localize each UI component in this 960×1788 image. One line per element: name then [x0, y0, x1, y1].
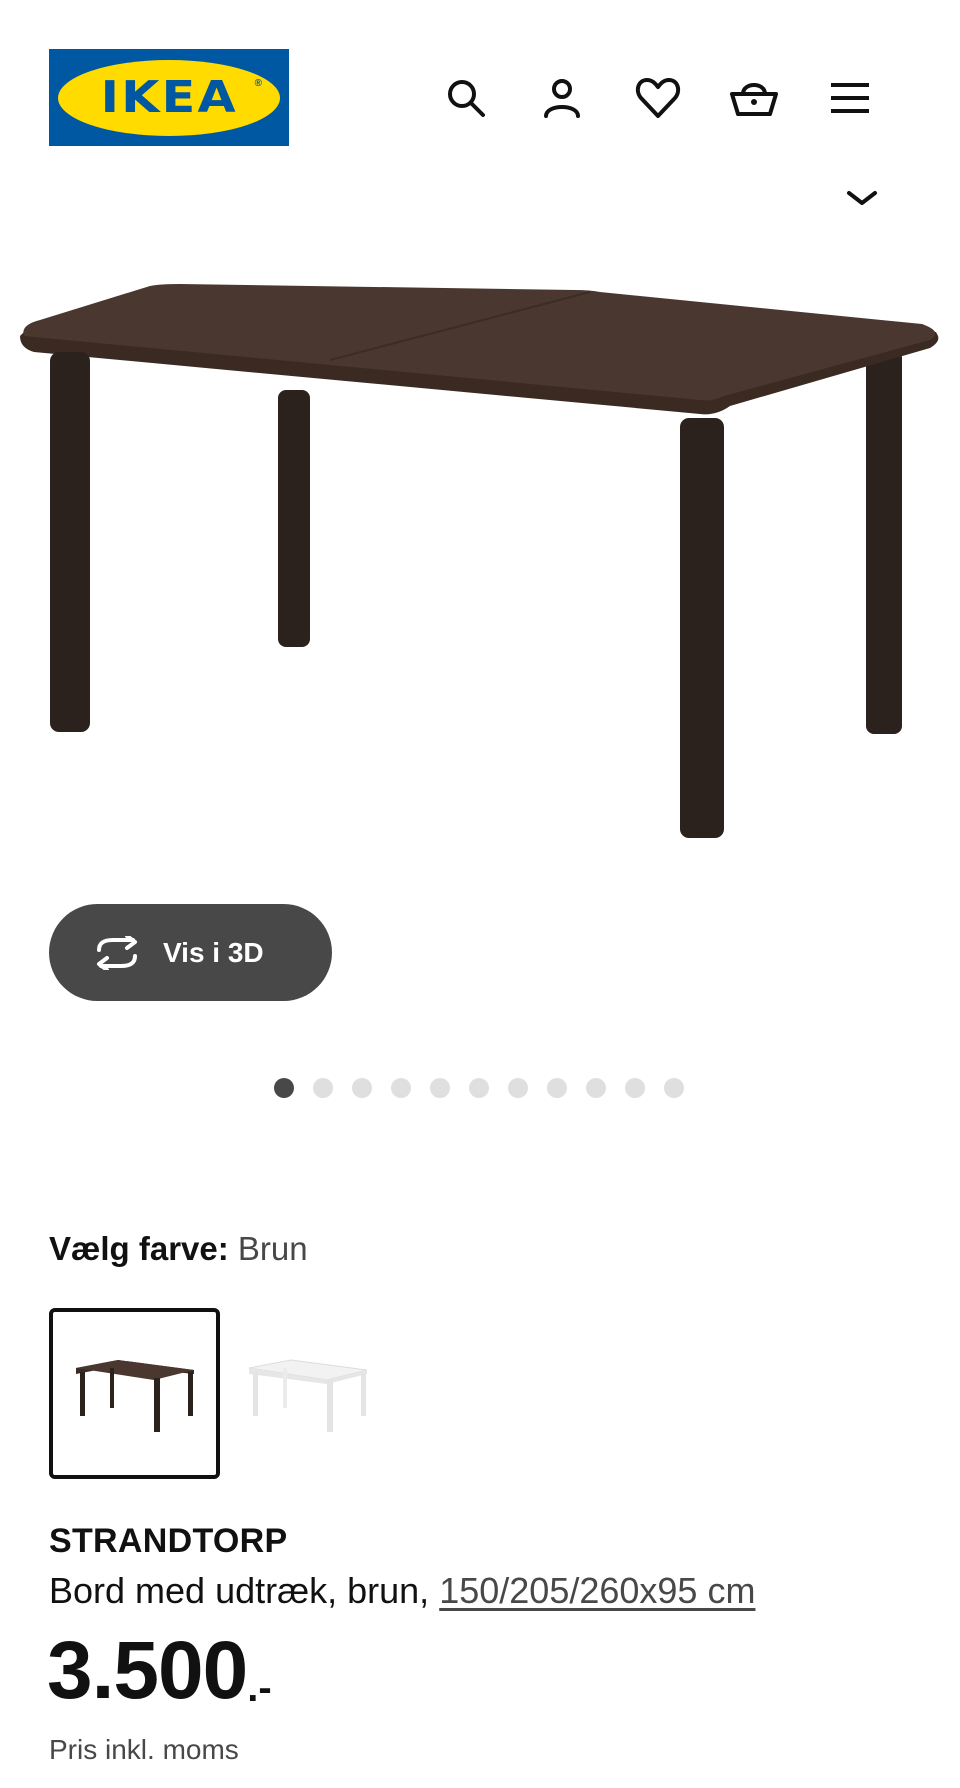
color-label: Vælg farve: Brun — [49, 1230, 308, 1268]
ikea-logo[interactable]: IKEA ® — [49, 49, 289, 146]
logo-text: IKEA — [100, 72, 238, 123]
price-amount: 3.500 — [47, 1625, 248, 1716]
product-price: 3.500 .- — [47, 1630, 272, 1712]
view-in-3d-label: Vis i 3D — [163, 936, 264, 968]
carousel-dot[interactable] — [352, 1078, 372, 1098]
product-description-text: Bord med udtræk, brun, — [49, 1570, 430, 1611]
product-image[interactable] — [0, 240, 960, 920]
color-swatch-brown[interactable] — [49, 1308, 220, 1479]
carousel-dot[interactable] — [469, 1078, 489, 1098]
heart-icon[interactable] — [630, 70, 686, 126]
menu-icon[interactable] — [822, 70, 878, 126]
product-dimensions-link[interactable]: 150/205/260x95 cm — [439, 1570, 755, 1611]
rotate-3d-icon — [91, 933, 143, 973]
vat-note: Pris inkl. moms — [49, 1734, 239, 1765]
product-name: STRANDTORP — [49, 1522, 288, 1560]
carousel-dot[interactable] — [313, 1078, 333, 1098]
carousel-dot[interactable] — [625, 1078, 645, 1098]
carousel-dots — [274, 1078, 684, 1098]
search-icon[interactable] — [438, 70, 494, 126]
user-icon[interactable] — [534, 70, 590, 126]
carousel-dot[interactable] — [430, 1078, 450, 1098]
basket-icon[interactable] — [726, 70, 782, 126]
color-label-title: Vælg farve: — [49, 1230, 229, 1267]
view-in-3d-button[interactable]: Vis i 3D — [49, 904, 332, 1001]
color-swatch-white[interactable] — [222, 1308, 393, 1479]
carousel-dot[interactable] — [547, 1078, 567, 1098]
price-suffix: .- — [247, 1666, 272, 1710]
carousel-dot[interactable] — [586, 1078, 606, 1098]
color-value: Brun — [237, 1230, 308, 1267]
logo-registered-mark: ® — [254, 77, 262, 89]
carousel-dot[interactable] — [274, 1078, 294, 1098]
product-description: Bord med udtræk, brun, 150/205/260x95 cm — [49, 1570, 755, 1612]
carousel-dot[interactable] — [391, 1078, 411, 1098]
carousel-dot[interactable] — [664, 1078, 684, 1098]
carousel-dot[interactable] — [508, 1078, 528, 1098]
chevron-down-icon[interactable] — [840, 185, 884, 211]
logo-oval: IKEA ® — [58, 59, 280, 136]
header: IKEA ® — [0, 0, 960, 180]
